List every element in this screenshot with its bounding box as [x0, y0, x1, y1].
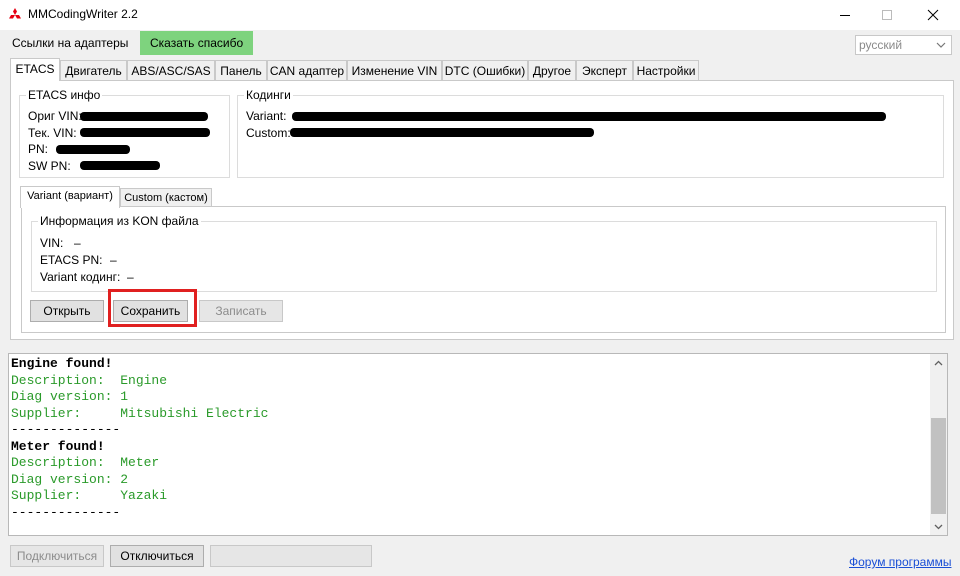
scroll-down-icon[interactable] — [930, 518, 947, 535]
orig-vin-label: Ориг VIN: — [28, 109, 82, 123]
forum-link[interactable]: Форум программы — [849, 555, 951, 569]
disconnect-button[interactable]: Отключиться — [110, 545, 204, 567]
console-line: Description: Engine — [11, 372, 168, 388]
language-select[interactable]: русский — [855, 35, 952, 55]
close-button[interactable] — [910, 0, 956, 30]
cur-vin-label: Тек. VIN: — [28, 126, 77, 140]
console-line: Diag version: 2 — [11, 471, 129, 487]
etacs-info-title: ETACS инфо — [26, 88, 103, 102]
maximize-button[interactable] — [864, 0, 910, 30]
tab-expert[interactable]: Эксперт — [576, 60, 633, 81]
kon-info-group: Информация из KON файла — [31, 214, 937, 292]
redacted-value — [292, 112, 886, 121]
kon-variant-coding-label: Variant кодинг: — [40, 270, 121, 284]
console-scrollbar[interactable] — [930, 354, 947, 535]
title-bar: MMCodingWriter 2.2 — [0, 0, 960, 30]
console-line: Engine found! — [11, 356, 113, 371]
open-button[interactable]: Открыть — [30, 300, 104, 322]
kon-etacs-pn-value: – — [110, 253, 117, 267]
console-line: -------------- — [11, 422, 121, 437]
console-lines: Engine found! Description: Engine Diag ver… — [11, 356, 268, 521]
console-line: Supplier: Yazaki — [11, 488, 168, 503]
tab-variant[interactable]: Variant (вариант) — [20, 186, 120, 208]
tab-can-adapter[interactable]: CAN адаптер — [267, 60, 347, 81]
tab-panel[interactable]: Панель — [215, 60, 267, 81]
console-line: Diag version: 1 — [11, 389, 129, 404]
tab-engine[interactable]: Двигатель — [60, 60, 127, 81]
adapters-link[interactable]: Ссылки на адаптеры — [12, 36, 128, 50]
window-title: MMCodingWriter 2.2 — [28, 7, 138, 21]
redacted-value — [290, 128, 594, 137]
tab-other[interactable]: Другое — [528, 60, 576, 81]
chevron-down-icon — [936, 42, 946, 48]
scroll-up-icon[interactable] — [930, 354, 947, 371]
kon-vin-value: – — [74, 236, 81, 250]
tab-settings[interactable]: Настройки — [633, 60, 699, 81]
kon-variant-coding-value: – — [127, 270, 134, 284]
console-line: Meter found! — [11, 438, 105, 454]
minimize-icon — [840, 14, 850, 16]
console-log[interactable]: Engine found! Description: Engine Diag ver… — [8, 353, 948, 536]
pn-label: PN: — [28, 142, 49, 156]
close-icon — [927, 9, 939, 21]
write-button[interactable]: Записать — [199, 300, 283, 322]
codings-title: Кодинги — [244, 88, 293, 102]
say-thanks-button[interactable]: Сказать спасибо — [140, 31, 253, 55]
kon-etacs-pn-label: ETACS PN: — [40, 253, 103, 267]
minimize-button[interactable] — [822, 0, 868, 30]
sw-pn-label: SW PN: — [28, 159, 71, 173]
console-line: Description: Meter — [11, 455, 160, 470]
maximize-icon — [882, 10, 892, 20]
highlight-box — [108, 289, 197, 327]
tab-vin-change[interactable]: Изменение VIN — [347, 60, 442, 81]
kon-info-title: Информация из KON файла — [38, 214, 201, 228]
variant-label: Variant: — [246, 109, 287, 123]
console-line: Supplier: Mitsubishi Electric — [11, 405, 269, 421]
redacted-value — [80, 112, 208, 121]
tab-abs[interactable]: ABS/ASC/SAS — [127, 60, 215, 81]
redacted-value — [56, 145, 130, 154]
language-value: русский — [859, 38, 903, 52]
mitsubishi-logo-icon — [9, 8, 21, 19]
custom-label: Custom: — [246, 126, 291, 140]
tab-custom[interactable]: Custom (кастом) — [120, 188, 212, 208]
redacted-value — [80, 161, 160, 170]
status-field — [210, 545, 372, 567]
tab-dtc[interactable]: DTC (Ошибки) — [442, 60, 528, 81]
console-line: -------------- — [11, 504, 121, 520]
menu-bar: Ссылки на адаптеры Сказать спасибо — [0, 30, 960, 56]
connect-button[interactable]: Подключиться — [10, 545, 104, 567]
tab-etacs[interactable]: ETACS — [10, 58, 60, 81]
scroll-thumb[interactable] — [931, 418, 946, 514]
kon-vin-label: VIN: — [40, 236, 64, 250]
redacted-value — [80, 128, 210, 137]
